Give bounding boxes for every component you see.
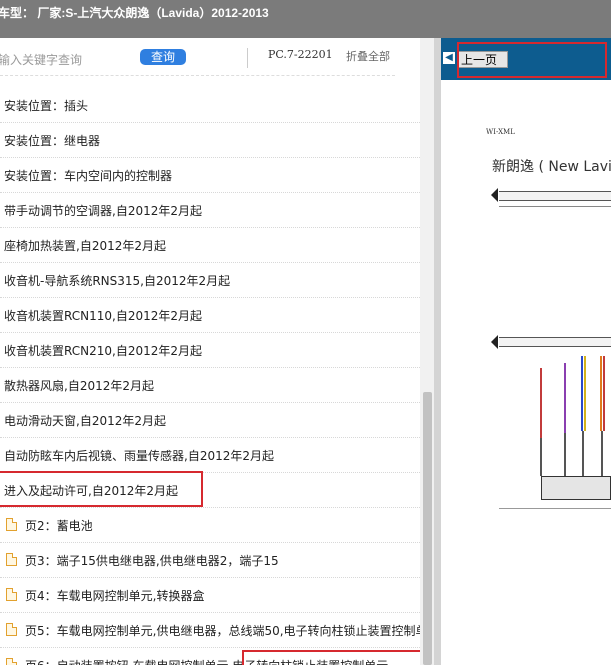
wire (540, 368, 542, 438)
pc-code: PC.7-22201 (268, 48, 333, 61)
wire (540, 438, 542, 476)
toolbar-divider-line (0, 75, 395, 76)
list-item[interactable]: 座椅加热装置,自2012年2月起 (0, 228, 420, 263)
document-code: WI-XML (486, 128, 515, 136)
list-item[interactable]: 散热器风扇,自2012年2月起 (0, 368, 420, 403)
viewer-header: ◀ 上一页 (441, 38, 611, 80)
search-toolbar: 查询 PC.7-22201 折叠全部 (0, 38, 434, 86)
wire (600, 356, 602, 431)
wire (564, 363, 566, 433)
highlight-box (242, 650, 426, 665)
page-document-icon (6, 623, 17, 636)
document-title: 新朗逸 ( New Lavida (492, 159, 611, 175)
list-item-selected[interactable]: 进入及起动许可,自2012年2月起 (0, 471, 420, 508)
list-item[interactable]: 安装位置：插头 (0, 88, 420, 123)
page-document-icon (6, 658, 17, 665)
page-document-icon (6, 553, 17, 566)
diagram-scale-line (499, 508, 611, 509)
wire (584, 356, 586, 431)
list-item[interactable]: 安装位置：继电器 (0, 123, 420, 158)
document-viewer: ◀ 上一页 WI-XML 新朗逸 ( New Lavida (441, 38, 611, 665)
page-document-icon (6, 588, 17, 601)
query-button[interactable]: 查询 (140, 49, 186, 65)
list-item[interactable]: 收音机装置RCN110,自2012年2月起 (0, 298, 420, 333)
panel-splitter[interactable] (434, 38, 441, 665)
wiring-topic-list: 安装位置：插头 安装位置：继电器 安装位置：车内空间内的控制器 带手动调节的空调… (0, 88, 434, 665)
highlight-box (457, 42, 607, 78)
highlight-box (0, 471, 203, 507)
wiring-bus-bar (499, 206, 611, 207)
page-item[interactable]: 页5：车载电网控制单元,供电继电器，总线端50,电子转向柱锁止装置控制单元 (0, 613, 434, 648)
search-input[interactable] (0, 51, 126, 69)
collapse-all-link[interactable]: 折叠全部 (346, 48, 390, 64)
list-item[interactable]: 安装位置：车内空间内的控制器 (0, 158, 420, 193)
wire (582, 431, 584, 476)
list-item[interactable]: 收音机装置RCN210,自2012年2月起 (0, 333, 420, 368)
list-item[interactable]: 带手动调节的空调器,自2012年2月起 (0, 193, 420, 228)
list-item[interactable]: 电动滑动天窗,自2012年2月起 (0, 403, 420, 438)
left-panel: 查询 PC.7-22201 折叠全部 安装位置：插头 安装位置：继电器 安装位置… (0, 38, 434, 665)
wire (603, 356, 605, 431)
vehicle-title: 车型： 厂家:S-上汽大众朗逸（Lavida）2012-2013 (0, 6, 269, 20)
list-item[interactable]: 收音机-导航系统RNS315,自2012年2月起 (0, 263, 420, 298)
scrollbar-thumb[interactable] (423, 392, 432, 665)
toolbar-divider (247, 48, 248, 68)
list-item[interactable]: 自动防眩车内后视镜、雨量传感器,自2012年2月起 (0, 438, 420, 473)
left-triangle-icon (491, 335, 498, 349)
page-item[interactable]: 页6：启动装置按钮,车载电网控制单元,电子转向柱锁止装置控制单元, (0, 648, 426, 665)
wiring-bus-bar (499, 337, 611, 347)
page-item[interactable]: 页2：蓄电池 (0, 508, 420, 543)
title-bar: 车型： 厂家:S-上汽大众朗逸（Lavida）2012-2013 (0, 0, 611, 38)
page-item[interactable]: 页3：端子15供电继电器,供电继电器2，端子15 (0, 543, 420, 578)
wiring-bus-bar (499, 191, 611, 201)
connector-block (541, 476, 611, 500)
back-arrow-icon[interactable]: ◀ (443, 52, 455, 64)
wire (564, 433, 566, 476)
page-item[interactable]: 页4：车载电网控制单元,转换器盒 (0, 578, 420, 613)
wire (601, 431, 603, 476)
wire (581, 356, 583, 431)
left-triangle-icon (491, 188, 498, 202)
page-document-icon (6, 518, 17, 531)
